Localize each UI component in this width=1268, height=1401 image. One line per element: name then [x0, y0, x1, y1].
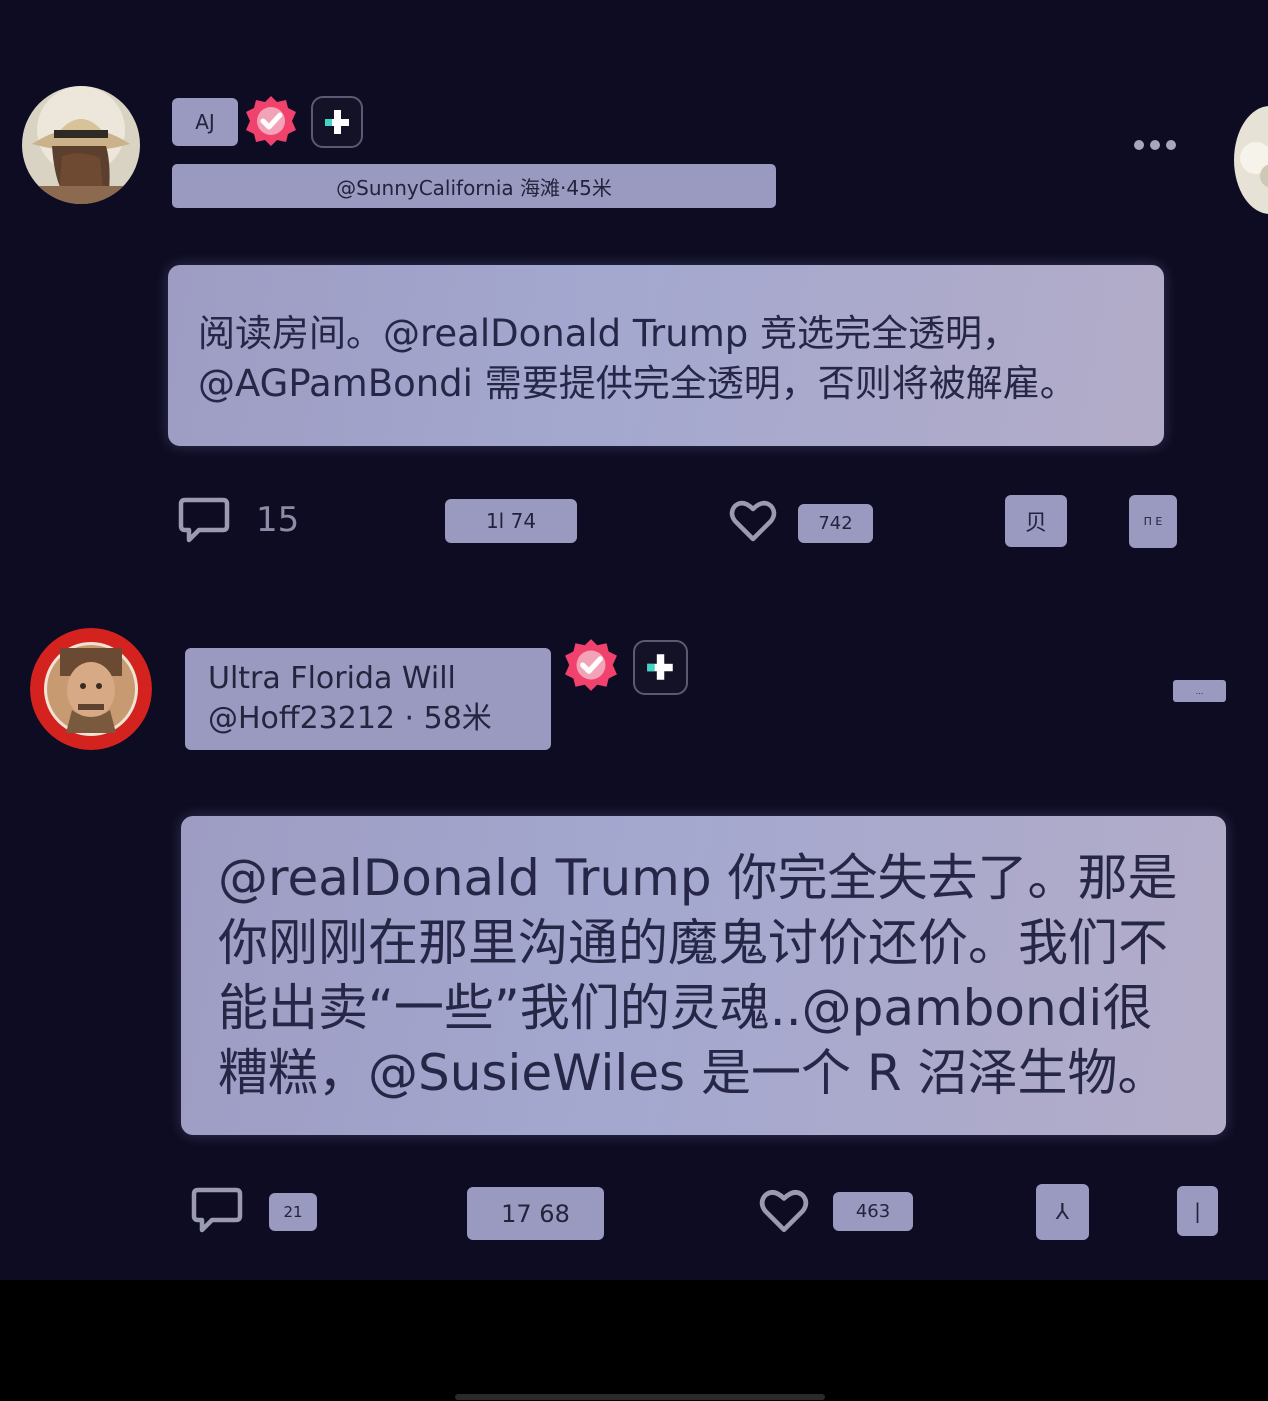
feed: AJ @SunnyCalifornia 海滩·45米 阅读房间。@realDon… — [0, 0, 1268, 1280]
home-indicator[interactable] — [455, 1394, 825, 1400]
verified-badge-icon — [246, 96, 296, 146]
bookmark-button[interactable]: Π E — [1129, 495, 1177, 548]
handle-line: @Hoff23212 · 58米 — [208, 701, 492, 736]
bottom-bar — [0, 1280, 1268, 1401]
avatar[interactable] — [30, 628, 152, 750]
like-count: 742 — [798, 504, 873, 543]
author-chip[interactable]: AJ — [172, 98, 238, 146]
reply-icon[interactable] — [177, 496, 231, 546]
follow-button[interactable] — [633, 640, 688, 695]
display-name: Ultra Florida Will — [208, 661, 456, 696]
follow-button[interactable] — [311, 96, 363, 148]
post-body: @realDonald Trump 你完全失去了。那是你刚刚在那里沟通的魔鬼讨价… — [181, 816, 1226, 1135]
avatar[interactable] — [22, 86, 140, 204]
repost-count[interactable]: 17 68 — [467, 1187, 604, 1240]
heart-icon[interactable] — [759, 1188, 809, 1234]
repost-count[interactable]: 1l 74 — [445, 499, 577, 543]
partial-avatar — [1234, 106, 1268, 214]
ellipsis-icon[interactable] — [1134, 140, 1176, 150]
like-count: 463 — [833, 1192, 913, 1231]
reply-count: 21 — [269, 1193, 317, 1231]
handle-line: @SunnyCalifornia 海滩·45米 — [172, 164, 776, 208]
verified-badge-icon — [565, 639, 617, 691]
bookmark-button[interactable]: | — [1177, 1186, 1218, 1236]
author-name-chip[interactable]: Ultra Florida Will @Hoff23212 · 58米 — [185, 648, 551, 750]
post-body: 阅读房间。@realDonald Trump 竞选完全透明，@AGPamBond… — [168, 265, 1164, 446]
plus-icon — [325, 110, 349, 134]
plus-icon — [647, 654, 673, 680]
reply-count: 15 — [256, 500, 300, 540]
heart-icon[interactable] — [729, 499, 777, 543]
reply-icon[interactable] — [190, 1186, 244, 1236]
share-button[interactable]: ⅄ — [1036, 1184, 1089, 1240]
share-button[interactable]: 贝 — [1005, 495, 1067, 547]
more-button[interactable]: ... — [1173, 680, 1226, 702]
